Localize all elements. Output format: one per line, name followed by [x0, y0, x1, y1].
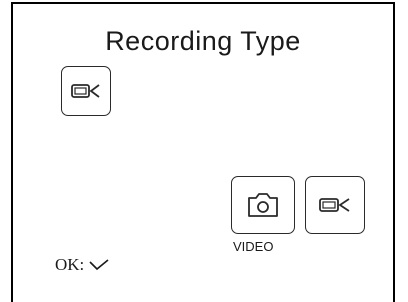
current-mode-indicator: [61, 66, 111, 116]
photo-mode-button[interactable]: [231, 176, 295, 234]
checkmark-icon: [89, 259, 109, 271]
selected-option-caption: VIDEO: [233, 239, 274, 254]
screen-title: Recording Type: [105, 26, 301, 56]
video-camera-icon: [319, 198, 350, 212]
video-mode-button[interactable]: [305, 176, 365, 234]
video-camera-icon: [71, 84, 100, 98]
ok-label: OK:: [55, 255, 85, 274]
photo-camera-icon: [248, 193, 278, 217]
recording-type-screen: Recording Type VIDEO OK:: [11, 2, 395, 302]
ok-hint: OK:: [55, 255, 110, 275]
